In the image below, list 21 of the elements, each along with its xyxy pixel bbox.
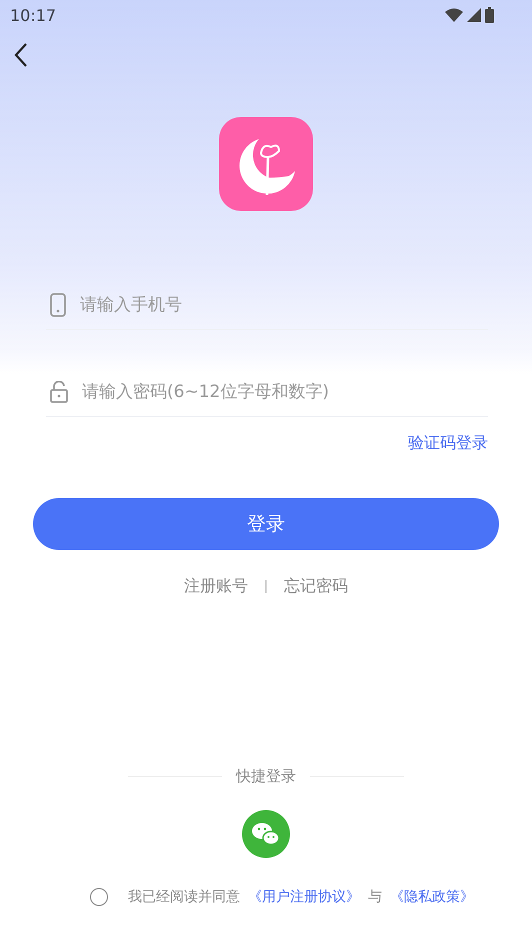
register-link[interactable]: 注册账号: [184, 576, 248, 597]
password-field[interactable]: 请输入密码(6~12位字母和数字): [82, 382, 488, 402]
quick-login-title: 快捷登录: [236, 767, 296, 786]
battery-icon: [485, 7, 494, 23]
phone-icon: [50, 293, 66, 317]
wechat-icon[interactable]: [242, 810, 290, 858]
privacy-link[interactable]: 《隐私政策》: [390, 888, 474, 906]
agree-radio[interactable]: [90, 888, 108, 906]
back-icon[interactable]: [14, 42, 28, 68]
terms-link[interactable]: 《用户注册协议》: [248, 888, 360, 906]
phone-field[interactable]: 请输入手机号: [80, 295, 488, 315]
forgot-password-link[interactable]: 忘记密码: [284, 576, 348, 597]
wifi-icon: [445, 8, 463, 22]
lock-icon: [50, 381, 68, 403]
conjunction-text: 与: [368, 888, 382, 906]
signal-icon: [467, 8, 481, 22]
status-time: 10:17: [10, 6, 56, 24]
login-button[interactable]: 登录: [33, 498, 499, 550]
code-login-link[interactable]: 验证码登录: [408, 433, 488, 454]
link-separator: |: [264, 579, 268, 594]
agreement-text: 我已经阅读并同意: [128, 888, 240, 906]
